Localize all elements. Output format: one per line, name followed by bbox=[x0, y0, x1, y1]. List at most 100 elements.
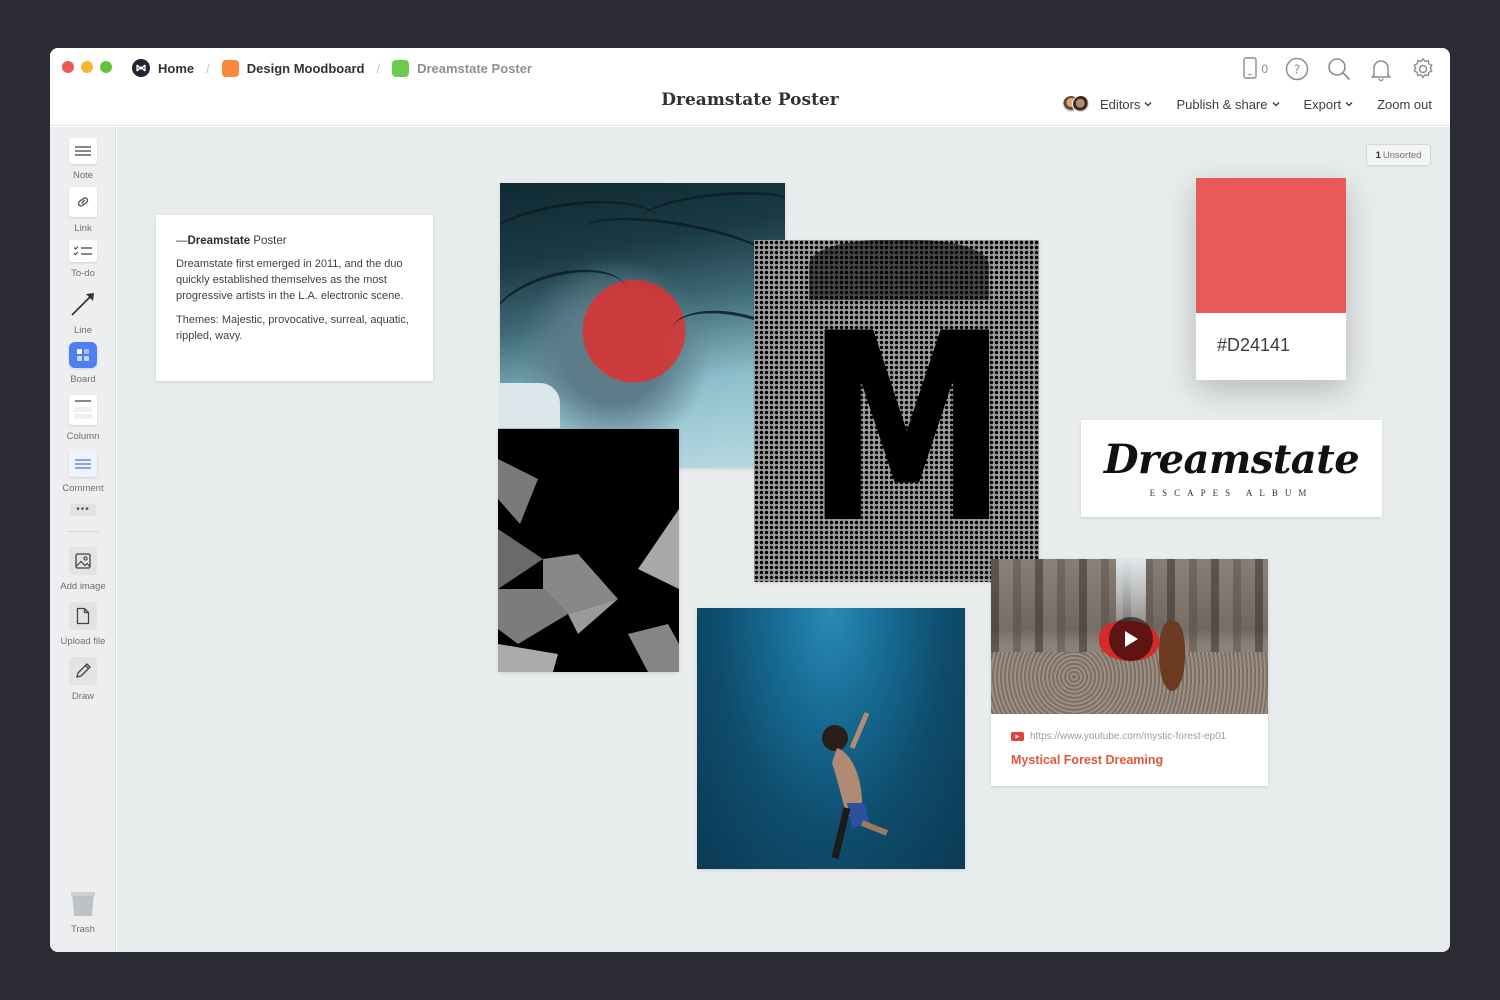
unsorted-button[interactable]: 1 Unsorted bbox=[1366, 144, 1431, 166]
publish-share-label: Publish & share bbox=[1176, 96, 1268, 112]
tool-label: Upload file bbox=[60, 636, 106, 647]
note-title-dash: — bbox=[176, 235, 188, 247]
unsorted-label: Unsorted bbox=[1382, 149, 1422, 161]
zoom-out-button[interactable]: Zoom out bbox=[1377, 97, 1432, 112]
board-canvas[interactable]: 1 Unsorted —Dreamstate Poster Dreamstate… bbox=[117, 127, 1450, 952]
tool-label: Trash bbox=[71, 924, 95, 935]
sidebar-divider bbox=[67, 531, 99, 532]
tool-label: Line bbox=[74, 325, 92, 336]
chevron-down-icon bbox=[1144, 102, 1152, 107]
breadcrumb-label: Dreamstate Poster bbox=[417, 60, 532, 76]
breadcrumb-dreamstate-poster[interactable]: Dreamstate Poster bbox=[392, 59, 532, 77]
swatch-hex-label: #D24141 bbox=[1217, 335, 1291, 355]
bell-icon bbox=[1371, 60, 1391, 81]
video-url-row: https://www.youtube.com/mystic-forest-ep… bbox=[1011, 731, 1248, 742]
breadcrumb-separator: / bbox=[376, 60, 381, 76]
app-window: Home / Design Moodboard / Dreamstate Pos… bbox=[50, 48, 1450, 952]
tool-comment[interactable]: Comment bbox=[50, 451, 116, 494]
notifications-button[interactable] bbox=[1368, 56, 1394, 82]
tool-label: Note bbox=[72, 170, 94, 181]
note-paragraph: Dreamstate first emerged in 2011, and th… bbox=[176, 258, 404, 302]
publish-share-menu[interactable]: Publish & share bbox=[1176, 97, 1279, 112]
underwater-diver-image[interactable] bbox=[697, 608, 965, 869]
todo-icon bbox=[69, 240, 97, 262]
export-label: Export bbox=[1303, 96, 1342, 112]
search-icon bbox=[1328, 58, 1351, 81]
tool-board[interactable]: Board bbox=[50, 342, 116, 385]
tool-trash[interactable]: Trash bbox=[50, 890, 116, 935]
video-url[interactable]: https://www.youtube.com/mystic-forest-ep… bbox=[1030, 731, 1226, 742]
settings-button[interactable] bbox=[1410, 56, 1436, 82]
tool-label: Link bbox=[74, 223, 92, 234]
dreamstate-logo-card[interactable]: Dreamstate ESCAPES ALBUM bbox=[1081, 420, 1382, 517]
help-button[interactable]: ? bbox=[1284, 56, 1310, 82]
line-arrow-icon bbox=[69, 289, 97, 319]
page-title[interactable]: Dreamstate Poster bbox=[661, 90, 838, 110]
video-meta: https://www.youtube.com/mystic-forest-ep… bbox=[991, 714, 1268, 767]
color-swatch-card[interactable]: #D24141 bbox=[1196, 178, 1346, 380]
tool-label: Draw bbox=[71, 691, 95, 702]
tool-line[interactable]: Line bbox=[50, 289, 116, 336]
column-icon bbox=[69, 395, 97, 425]
image-icon bbox=[69, 547, 97, 575]
minimize-window-button[interactable] bbox=[81, 61, 93, 73]
trash-icon bbox=[69, 890, 97, 918]
comment-icon bbox=[69, 451, 97, 477]
video-title[interactable]: Mystical Forest Dreaming bbox=[1011, 753, 1248, 767]
play-icon bbox=[1125, 631, 1138, 647]
avatar bbox=[1071, 95, 1090, 113]
editors-menu[interactable]: Editors bbox=[1061, 95, 1152, 113]
tool-label: Board bbox=[70, 374, 96, 385]
export-menu[interactable]: Export bbox=[1304, 97, 1354, 112]
board-color-icon bbox=[221, 59, 239, 77]
link-icon bbox=[69, 187, 97, 217]
more-icon: ••• bbox=[70, 504, 96, 516]
tool-column[interactable]: Column bbox=[50, 395, 116, 442]
breadcrumb-home[interactable]: Home bbox=[132, 59, 194, 77]
tool-label: Comment bbox=[62, 483, 104, 494]
chevron-down-icon bbox=[1272, 102, 1279, 107]
board-color-icon bbox=[392, 59, 410, 77]
polygon-shapes-art bbox=[498, 459, 679, 672]
note-title-bold: Dreamstate bbox=[187, 235, 251, 247]
tool-note[interactable]: Note bbox=[50, 138, 116, 181]
top-icon-bar: 0 ? bbox=[1243, 56, 1436, 82]
file-icon bbox=[69, 602, 97, 630]
video-link-card[interactable]: https://www.youtube.com/mystic-forest-ep… bbox=[991, 559, 1268, 786]
editor-avatars bbox=[1061, 95, 1090, 113]
breadcrumb-label: Design Moodboard bbox=[246, 60, 365, 76]
note-title-rest: Poster bbox=[250, 235, 287, 247]
halftone-letter-m: M bbox=[806, 279, 1008, 581]
close-window-button[interactable] bbox=[62, 61, 74, 73]
maximize-window-button[interactable] bbox=[100, 61, 112, 73]
board-icon bbox=[69, 342, 97, 368]
tool-label: Add image bbox=[60, 581, 106, 592]
tool-upload-file[interactable]: Upload file bbox=[50, 602, 116, 647]
hair-red-circle-image[interactable] bbox=[500, 183, 785, 468]
header-menu: Editors Publish & share Export Zoom out bbox=[1061, 95, 1432, 113]
logo-title: Dreamstate bbox=[1103, 435, 1360, 483]
window-controls bbox=[62, 61, 112, 73]
breadcrumb: Home / Design Moodboard / Dreamstate Pos… bbox=[132, 58, 532, 78]
unsorted-count: 1 bbox=[1375, 149, 1381, 161]
tool-link[interactable]: Link bbox=[50, 187, 116, 234]
halftone-m-image[interactable]: M bbox=[754, 240, 1039, 582]
tool-add-image[interactable]: Add image bbox=[50, 547, 116, 592]
tool-more[interactable]: ••• bbox=[50, 504, 116, 516]
note-card[interactable]: —Dreamstate Poster Dreamstate first emer… bbox=[156, 215, 433, 381]
floating-figure-hair bbox=[1159, 621, 1185, 691]
svg-text:?: ? bbox=[1294, 63, 1300, 77]
tool-label: To-do bbox=[71, 268, 95, 279]
tool-todo[interactable]: To-do bbox=[50, 240, 116, 279]
note-title: —Dreamstate Poster bbox=[176, 235, 413, 247]
breadcrumb-design-moodboard[interactable]: Design Moodboard bbox=[221, 59, 365, 77]
play-button[interactable] bbox=[1109, 617, 1153, 661]
mobile-devices-button[interactable]: 0 bbox=[1243, 56, 1268, 82]
tool-draw[interactable]: Draw bbox=[50, 657, 116, 702]
swatch-color-block bbox=[1196, 178, 1346, 313]
polygon-shapes-image[interactable] bbox=[498, 429, 679, 672]
help-icon: ? bbox=[1285, 57, 1309, 81]
milanote-logo-icon bbox=[132, 59, 150, 77]
note-icon bbox=[69, 138, 97, 164]
search-button[interactable] bbox=[1326, 56, 1352, 82]
